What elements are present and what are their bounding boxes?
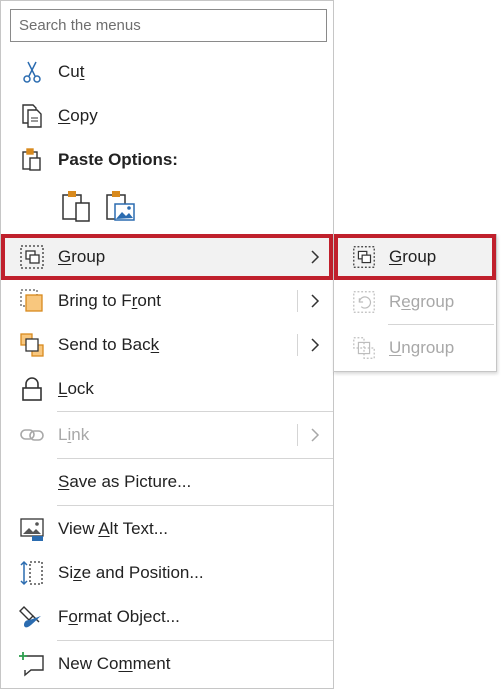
menu-item-label: Cut bbox=[58, 62, 85, 81]
chevron-right-icon bbox=[308, 248, 322, 266]
scissors-icon bbox=[18, 58, 46, 86]
menu-item-label: Format Object... bbox=[58, 607, 180, 626]
context-menu: Cut Copy Paste Options: bbox=[0, 0, 334, 689]
send-to-back-icon bbox=[18, 331, 46, 359]
paste-options-label: Paste Options: bbox=[58, 150, 178, 169]
menu-item-send-to-back[interactable]: Send to Back bbox=[2, 323, 332, 367]
chevron-right-icon bbox=[308, 426, 322, 444]
submenu-item-ungroup: Ungroup bbox=[335, 326, 495, 370]
menu-item-lock[interactable]: Lock bbox=[2, 367, 332, 411]
submenu-item-label: Group bbox=[389, 247, 437, 266]
menu-separator bbox=[57, 458, 333, 459]
submenu-separator bbox=[388, 324, 494, 325]
menu-item-format-object[interactable]: Format Object... bbox=[2, 595, 332, 639]
menu-item-label: Save as Picture... bbox=[58, 472, 192, 491]
chevron-right-icon[interactable] bbox=[308, 292, 322, 310]
menu-item-label: New Comment bbox=[58, 654, 171, 673]
submenu-item-group[interactable]: Group bbox=[334, 234, 496, 280]
menu-item-paste-options: Paste Options: bbox=[2, 138, 332, 182]
clipboard-icon bbox=[18, 146, 46, 174]
menu-item-link: Link bbox=[2, 413, 332, 457]
copy-icon bbox=[18, 102, 46, 130]
menu-item-label: View Alt Text... bbox=[58, 519, 168, 538]
paste-keep-formatting-icon[interactable] bbox=[59, 187, 93, 225]
regroup-icon bbox=[351, 289, 377, 315]
menu-item-view-alt-text[interactable]: View Alt Text... bbox=[2, 507, 332, 551]
menu-item-label: Link bbox=[58, 425, 90, 444]
chevron-right-icon[interactable] bbox=[308, 336, 322, 354]
menu-item-size-and-position[interactable]: Size and Position... bbox=[2, 551, 332, 595]
bring-to-front-icon bbox=[18, 287, 46, 315]
menu-item-bring-to-front[interactable]: Bring to Front bbox=[2, 279, 332, 323]
menu-item-cut[interactable]: Cut bbox=[2, 50, 332, 94]
menu-item-new-comment[interactable]: New Comment bbox=[2, 642, 332, 686]
menu-item-label: Bring to Front bbox=[58, 291, 162, 310]
menu-item-copy[interactable]: Copy bbox=[2, 94, 332, 138]
search-input[interactable] bbox=[11, 10, 326, 41]
size-position-icon bbox=[18, 559, 46, 587]
menu-item-label: Group bbox=[58, 247, 106, 266]
group-icon bbox=[351, 244, 377, 270]
menu-item-label: Copy bbox=[58, 106, 98, 125]
new-comment-icon bbox=[18, 650, 46, 678]
search-box[interactable] bbox=[10, 9, 327, 42]
menu-separator bbox=[57, 411, 333, 412]
submenu-item-label: Ungroup bbox=[389, 338, 455, 357]
format-paint-icon bbox=[18, 603, 46, 631]
menu-separator bbox=[57, 640, 333, 641]
menu-item-label: Size and Position... bbox=[58, 563, 204, 582]
menu-item-save-as-picture[interactable]: Save as Picture... bbox=[2, 460, 332, 504]
submenu-item-label: Regroup bbox=[389, 292, 455, 311]
submenu-item-regroup: Regroup bbox=[335, 280, 495, 324]
ungroup-icon bbox=[351, 335, 377, 361]
split-separator bbox=[297, 290, 298, 312]
menu-item-group[interactable]: Group bbox=[1, 234, 333, 280]
split-separator bbox=[297, 334, 298, 356]
paste-options-row bbox=[57, 187, 157, 227]
alt-text-icon bbox=[18, 515, 46, 543]
menu-separator bbox=[57, 505, 333, 506]
lock-icon bbox=[18, 375, 46, 403]
link-icon bbox=[18, 421, 46, 449]
group-submenu: Group Regroup Ungroup bbox=[333, 234, 497, 372]
menu-item-label: Lock bbox=[58, 379, 94, 398]
split-separator bbox=[297, 424, 298, 446]
menu-item-label: Send to Back bbox=[58, 335, 160, 354]
group-icon bbox=[18, 243, 46, 271]
paste-as-picture-icon[interactable] bbox=[103, 187, 137, 225]
